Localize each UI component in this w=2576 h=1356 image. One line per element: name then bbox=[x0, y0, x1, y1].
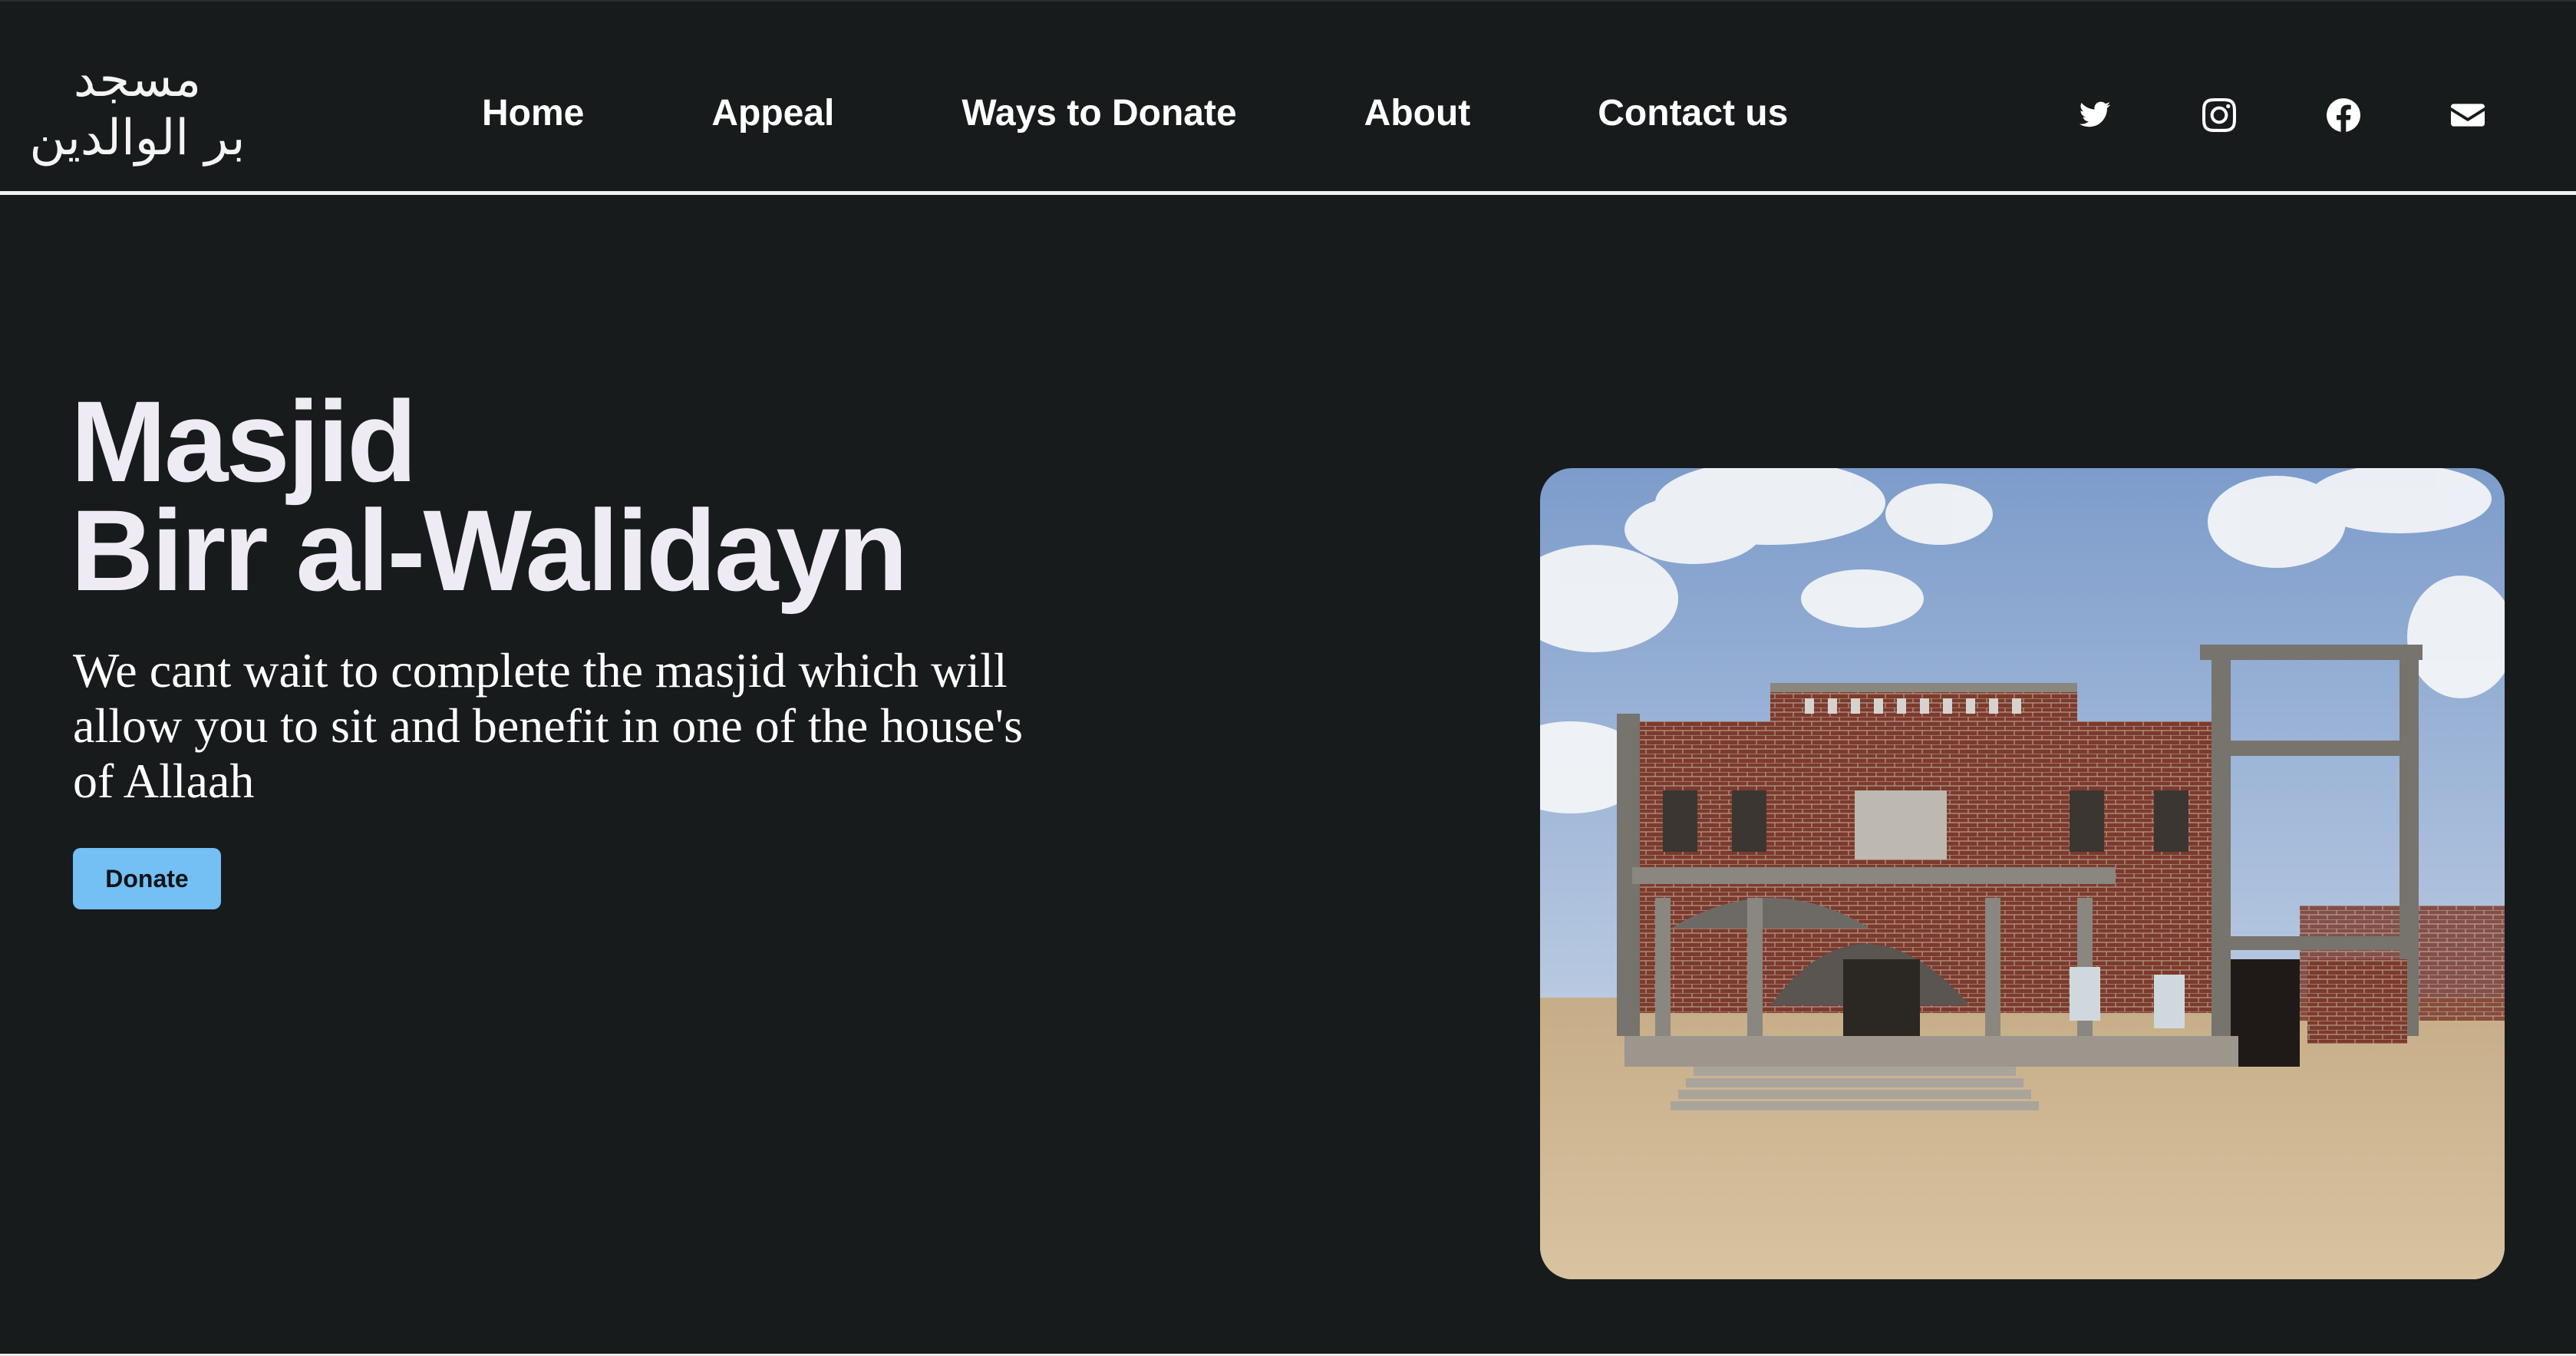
facebook-icon[interactable] bbox=[2320, 92, 2367, 138]
twitter-icon[interactable] bbox=[2072, 92, 2118, 138]
hero-description: We cant wait to complete the masjid whic… bbox=[73, 643, 1023, 808]
donate-button[interactable]: Donate bbox=[73, 848, 221, 909]
site-header: مسجد بر الوالدين Home Appeal Ways to Don… bbox=[0, 0, 2576, 195]
nav-home[interactable]: Home bbox=[482, 91, 584, 137]
masjid-photo bbox=[1540, 468, 2505, 1279]
main-nav: Home Appeal Ways to Donate About Contact… bbox=[482, 91, 1788, 137]
hero-title-line-1: Masjid bbox=[71, 377, 417, 506]
nav-about[interactable]: About bbox=[1364, 91, 1471, 137]
logo-line-2: بر الوالدين bbox=[29, 110, 246, 167]
nav-appeal[interactable]: Appeal bbox=[711, 91, 834, 137]
nav-contact-us[interactable]: Contact us bbox=[1598, 91, 1788, 137]
nav-ways-to-donate[interactable]: Ways to Donate bbox=[961, 91, 1236, 137]
hero-title: Masjid Birr al-Walidayn bbox=[71, 377, 908, 615]
social-links bbox=[2072, 92, 2491, 138]
site-logo[interactable]: مسجد بر الوالدين bbox=[11, 51, 264, 167]
logo-line-1: مسجد bbox=[73, 51, 202, 108]
instagram-icon[interactable] bbox=[2196, 92, 2242, 138]
hero-title-line-2: Birr al-Walidayn bbox=[71, 486, 908, 615]
email-icon[interactable] bbox=[2445, 92, 2491, 138]
